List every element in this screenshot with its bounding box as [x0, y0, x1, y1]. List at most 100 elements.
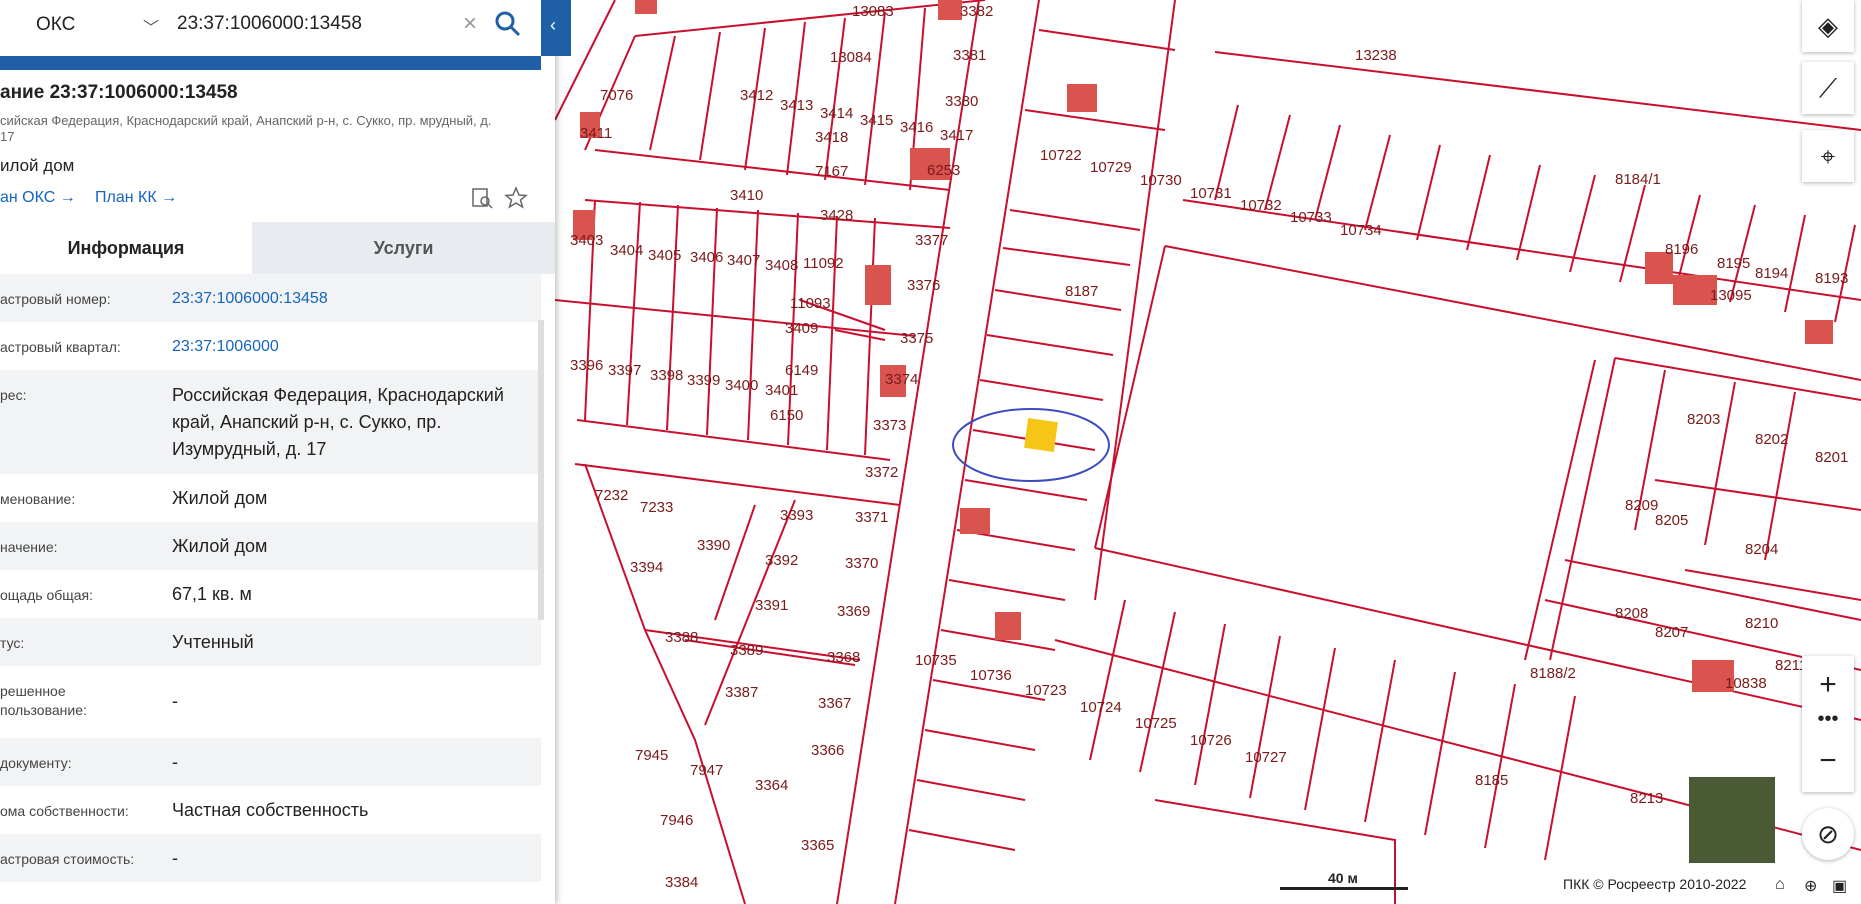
- cadastral-number-link[interactable]: 23:37:1006000:13458: [172, 285, 537, 312]
- search-icon[interactable]: [494, 10, 522, 38]
- parcel-label[interactable]: 3370: [845, 555, 878, 572]
- parcel-label[interactable]: 3380: [945, 93, 978, 110]
- close-icon[interactable]: ×: [463, 10, 477, 38]
- parcel-label[interactable]: 7946: [660, 812, 693, 829]
- parcel-label[interactable]: 11092: [803, 255, 844, 272]
- parcel-label[interactable]: 7945: [635, 747, 668, 764]
- parcel-label[interactable]: 11093: [790, 295, 831, 312]
- parcel-label[interactable]: 10723: [1025, 682, 1067, 699]
- parcel-label[interactable]: 3373: [873, 417, 906, 434]
- parcel-label[interactable]: 3399: [687, 372, 720, 389]
- home-icon[interactable]: ⌂: [1775, 876, 1785, 894]
- parcel-label[interactable]: 3394: [630, 559, 663, 576]
- plus-icon[interactable]: +: [1802, 668, 1854, 702]
- parcel-label[interactable]: 6253: [927, 162, 960, 179]
- parcel-label[interactable]: 3391: [755, 597, 788, 614]
- parcel-label[interactable]: 3389: [730, 642, 763, 659]
- parcel-label[interactable]: 7233: [640, 499, 673, 516]
- parcel-label[interactable]: 7232: [595, 487, 628, 504]
- parcel-label[interactable]: 3403: [570, 232, 603, 249]
- parcel-label[interactable]: 3364: [755, 777, 788, 794]
- parcel-label[interactable]: 10725: [1135, 715, 1177, 732]
- minimap[interactable]: [1689, 777, 1775, 863]
- parcel-label[interactable]: 13238: [1355, 47, 1397, 64]
- parcel-label[interactable]: 10838: [1725, 675, 1767, 692]
- parcel-label[interactable]: 3407: [727, 252, 760, 269]
- parcel-label[interactable]: 8184/1: [1615, 171, 1661, 188]
- cadastral-quarter-link[interactable]: 23:37:1006000: [172, 333, 537, 360]
- parcel-label[interactable]: 3393: [780, 507, 813, 524]
- parcel-label[interactable]: 3397: [608, 362, 641, 379]
- parcel-label[interactable]: 8188/2: [1530, 665, 1576, 682]
- star-icon[interactable]: [504, 186, 528, 210]
- parcel-label[interactable]: 3365: [801, 837, 834, 854]
- parcel-label[interactable]: 10733: [1290, 209, 1332, 226]
- parcel-label[interactable]: 3428: [820, 207, 853, 224]
- parcel-label[interactable]: 3409: [785, 320, 818, 337]
- parcel-label[interactable]: 3396: [570, 357, 603, 374]
- parcel-label[interactable]: 3412: [740, 87, 773, 104]
- parcel-label[interactable]: 3398: [650, 367, 683, 384]
- parcel-label[interactable]: 8194: [1755, 265, 1788, 282]
- parcel-label[interactable]: 10734: [1340, 222, 1382, 239]
- parcel-label[interactable]: 3413: [780, 97, 813, 114]
- parcel-label[interactable]: 3404: [610, 242, 643, 259]
- document-search-icon[interactable]: [470, 186, 494, 210]
- parcel-label[interactable]: 3375: [900, 330, 933, 347]
- parcel-label[interactable]: 3400: [725, 377, 758, 394]
- parcel-label[interactable]: 8195: [1717, 255, 1750, 272]
- parcel-label[interactable]: 8208: [1615, 605, 1648, 622]
- parcel-label[interactable]: 13095: [1710, 287, 1752, 304]
- parcel-label[interactable]: 3368: [827, 649, 860, 666]
- parcel-label[interactable]: 3418: [815, 129, 848, 146]
- cadastral-map[interactable]: 3382 13083 13238 3381 13084 3380 3418 7167 6253 3…: [555, 0, 1861, 904]
- minus-icon[interactable]: −: [1802, 744, 1854, 778]
- window-icon[interactable]: ▣: [1832, 876, 1847, 896]
- parcel-label[interactable]: 3387: [725, 684, 758, 701]
- parcel-label[interactable]: 10727: [1245, 749, 1287, 766]
- parcel-label[interactable]: 3417: [940, 127, 973, 144]
- parcel-label[interactable]: 8187: [1065, 283, 1098, 300]
- parcel-label[interactable]: 3367: [818, 695, 851, 712]
- parcel-label[interactable]: 3376: [907, 277, 940, 294]
- plan-oks-link[interactable]: ан ОКС →: [0, 189, 76, 207]
- parcel-label[interactable]: 3414: [820, 105, 853, 122]
- parcel-label[interactable]: 3410: [730, 187, 763, 204]
- plan-kk-link[interactable]: План КК →: [95, 189, 177, 207]
- parcel-label[interactable]: 8204: [1745, 541, 1778, 558]
- parcel-label[interactable]: 3401: [765, 382, 798, 399]
- layers-button[interactable]: ◈: [1802, 0, 1854, 52]
- parcel-label[interactable]: 3374: [885, 371, 918, 388]
- parcel-label[interactable]: 10735: [915, 652, 957, 669]
- parcel-label[interactable]: 13083: [852, 3, 894, 20]
- parcel-label[interactable]: 3416: [900, 119, 933, 136]
- locate-button[interactable]: ⌖: [1802, 130, 1854, 182]
- compass-button[interactable]: ⊘: [1802, 808, 1854, 860]
- parcel-label[interactable]: 10724: [1080, 699, 1122, 716]
- parcel-label[interactable]: 10736: [970, 667, 1012, 684]
- parcel-label[interactable]: 7076: [600, 87, 633, 104]
- parcel-label[interactable]: 8205: [1655, 512, 1688, 529]
- parcel-label[interactable]: 6149: [785, 362, 818, 379]
- parcel-label[interactable]: 3369: [837, 603, 870, 620]
- parcel-label[interactable]: 6150: [770, 407, 803, 424]
- parcel-label[interactable]: 10731: [1190, 185, 1232, 202]
- parcel-label[interactable]: 8193: [1815, 270, 1848, 287]
- parcel-label[interactable]: 8213: [1630, 790, 1663, 807]
- parcel-label[interactable]: 8203: [1687, 411, 1720, 428]
- parcel-label[interactable]: 7167: [815, 163, 848, 180]
- parcel-label[interactable]: 10726: [1190, 732, 1232, 749]
- parcel-label[interactable]: 8202: [1755, 431, 1788, 448]
- more-icon[interactable]: •••: [1802, 708, 1854, 731]
- parcel-label[interactable]: 8185: [1475, 772, 1508, 789]
- collapse-panel-button[interactable]: ‹: [541, 0, 571, 56]
- parcel-label[interactable]: 8201: [1815, 449, 1848, 466]
- parcel-label[interactable]: 3366: [811, 742, 844, 759]
- measure-button[interactable]: ⟋: [1802, 62, 1854, 114]
- parcel-label[interactable]: 3381: [953, 47, 986, 64]
- parcel-label[interactable]: 3382: [960, 3, 993, 20]
- parcel-label[interactable]: 8209: [1625, 497, 1658, 514]
- parcel-label[interactable]: 10732: [1240, 197, 1282, 214]
- parcel-label[interactable]: 3372: [865, 464, 898, 481]
- object-type-select[interactable]: ОКС: [36, 14, 75, 36]
